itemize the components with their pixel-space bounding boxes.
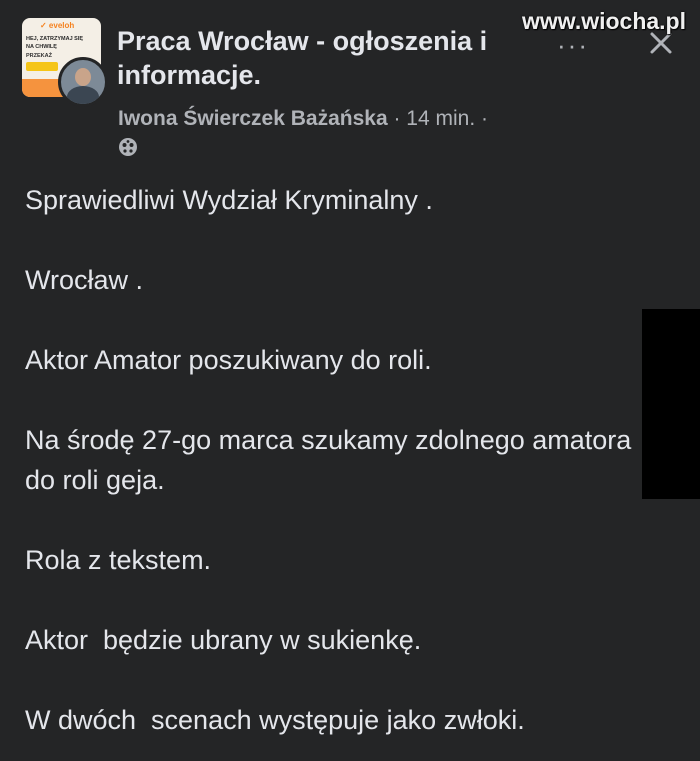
facebook-post: ✓ eveloh HEJ, ZATRZYMAJ SIĘ NA CHWILĘ PR… [0, 0, 700, 761]
author-name-link[interactable]: Iwona Świerczek Bażańska [118, 107, 388, 130]
watermark: www.wiocha.pl [522, 8, 686, 34]
thumbnail-line: HEJ, ZATRZYMAJ SIĘ [26, 36, 84, 42]
avatar-head [75, 68, 91, 86]
post-paragraph: Wrocław . [25, 265, 144, 295]
post-paragraph: Aktor będzie ubrany w sukienkę. [25, 625, 422, 655]
post-paragraph: Aktor Amator poszukiwany do roli. [25, 345, 432, 375]
post-meta: Iwona Świerczek Bażańska · 14 min. · [118, 104, 498, 162]
post-paragraph: Sprawiedliwi Wydział Kryminalny . [25, 185, 433, 215]
thumbnail-logo: ✓ eveloh [40, 21, 75, 30]
avatar-body [67, 86, 99, 104]
thumbnail-line: PRZEKAŻ [26, 53, 52, 59]
group-name-link[interactable]: Praca Wrocław - ogłoszenia i informacje. [117, 24, 537, 92]
post-paragraph: Na środę 27-go marca szukamy zdolnego am… [25, 425, 639, 495]
globe-icon [118, 136, 138, 156]
post-time[interactable]: · 14 min. · [393, 107, 488, 130]
post-header: ✓ eveloh HEJ, ZATRZYMAJ SIĘ NA CHWILĘ PR… [22, 18, 672, 168]
post-paragraph: W dwóch scenach występuje jako zwłoki. [25, 705, 525, 735]
post-body: Sprawiedliwi Wydział Kryminalny . Wrocła… [25, 180, 635, 761]
thumbnail-line: NA CHWILĘ [26, 44, 57, 50]
post-paragraph: Rola z tekstem. [25, 545, 212, 575]
author-avatar[interactable] [58, 57, 108, 107]
black-bar [642, 309, 700, 499]
thumbnail-badge [26, 62, 58, 71]
